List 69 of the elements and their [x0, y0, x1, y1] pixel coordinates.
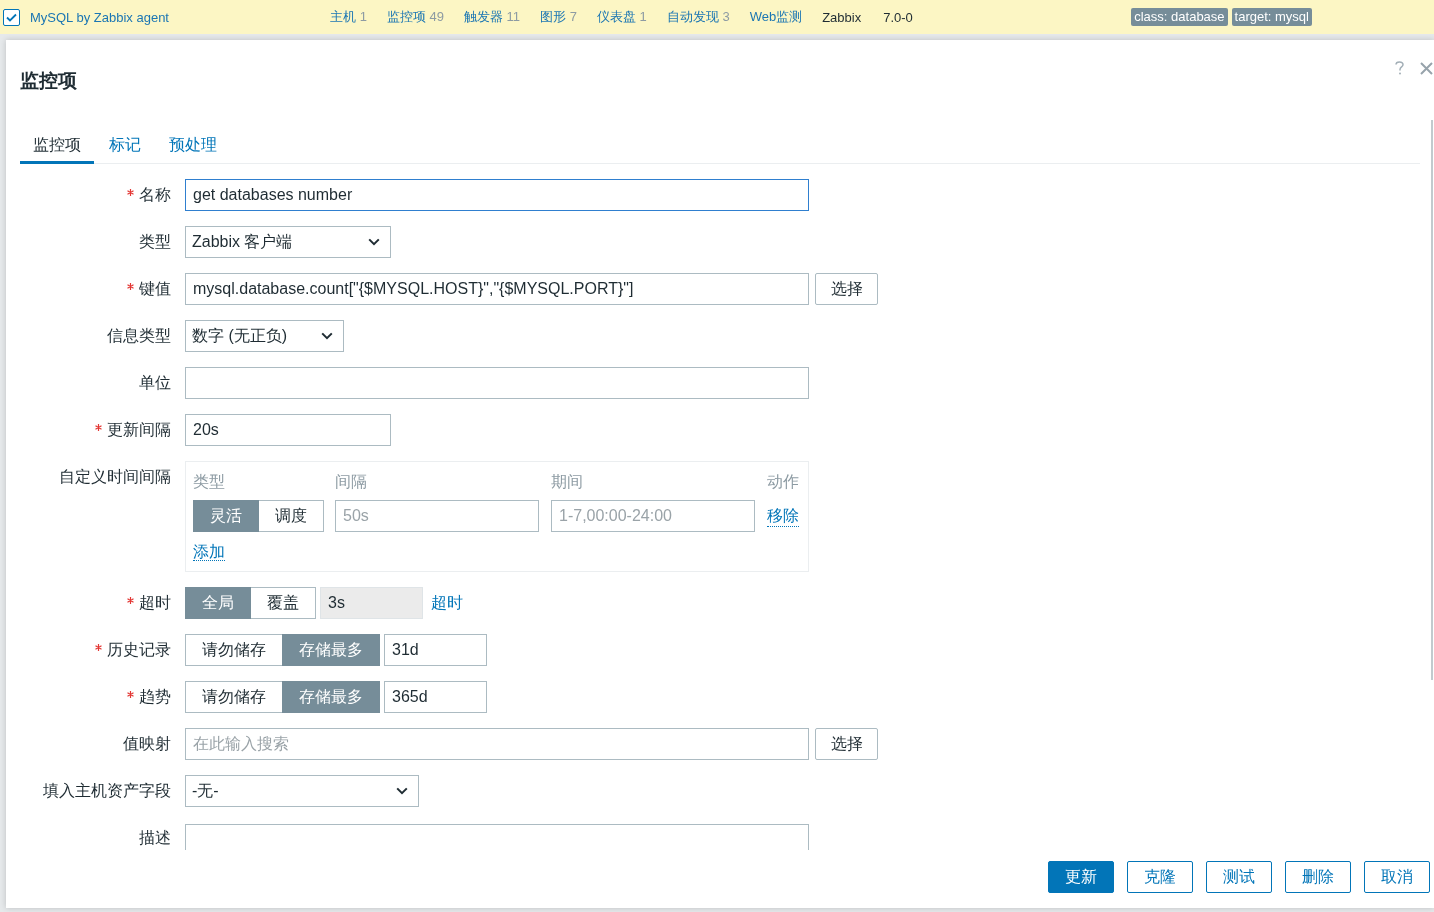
dropdown[interactable]: -无-	[185, 775, 419, 807]
info-text: 7.0-0	[883, 9, 913, 25]
nav-link[interactable]: 监控项 49	[386, 8, 444, 26]
dialog-button[interactable]: 删除	[1285, 861, 1351, 893]
text-field[interactable]: mysql.database.count["{$MYSQL.HOST}","{$MYSQL.PORT}"]	[185, 273, 809, 305]
check-icon	[6, 12, 17, 22]
segment-button[interactable]: 请勿储存	[185, 634, 283, 666]
add-link[interactable]: 添加	[193, 543, 225, 561]
tab[interactable]: 监控项	[20, 128, 94, 164]
select-button[interactable]: 选择	[815, 273, 878, 305]
field-label: 单位	[139, 372, 171, 393]
field-label: 填入主机资产字段	[43, 780, 171, 801]
field-label: 名称	[139, 184, 171, 205]
text-field[interactable]	[185, 367, 809, 399]
field-label: 描述	[139, 827, 171, 848]
segment-button[interactable]: 请勿储存	[185, 681, 283, 713]
tab[interactable]: 标记	[96, 128, 154, 164]
nav-link[interactable]: 触发器 11	[463, 8, 521, 26]
dialog-button[interactable]: 更新	[1048, 861, 1114, 893]
scrollbar-thumb[interactable]	[1431, 120, 1433, 680]
dropdown[interactable]: 数字 (无正负)	[185, 320, 344, 352]
field-label: 更新间隔	[107, 419, 171, 440]
field-label: 超时	[139, 592, 171, 613]
nav-link[interactable]: Web监测	[749, 8, 803, 26]
text-field[interactable]: 50s	[335, 500, 539, 532]
segment-button[interactable]: 灵活	[193, 500, 259, 532]
segment-button[interactable]: 存储最多	[282, 681, 380, 713]
nav-link[interactable]: 仪表盘 1	[596, 8, 647, 26]
segment-button[interactable]: 存储最多	[282, 634, 380, 666]
text-field[interactable]: 在此输入搜索	[185, 728, 809, 760]
template-link[interactable]: MySQL by Zabbix agent	[30, 9, 169, 25]
text-field[interactable]: 20s	[185, 414, 391, 446]
dialog-button[interactable]: 测试	[1206, 861, 1272, 893]
info-text: Zabbix	[822, 9, 862, 25]
chevron-down-icon	[321, 332, 333, 340]
close-icon[interactable]	[1420, 61, 1433, 75]
column-header: 间隔	[335, 472, 367, 492]
field-label: 类型	[139, 231, 171, 252]
help-icon[interactable]	[1395, 61, 1404, 75]
column-header: 期间	[551, 472, 583, 492]
text-field[interactable]: 365d	[384, 681, 487, 713]
field-label: 键值	[139, 278, 171, 299]
field-label: 值映射	[123, 733, 171, 754]
field-label: 历史记录	[107, 639, 171, 660]
field-label: 自定义时间间隔	[59, 466, 171, 487]
field-label: 信息类型	[107, 325, 171, 346]
checkbox[interactable]	[3, 8, 20, 26]
text-field[interactable]: get databases number	[185, 179, 809, 211]
select-button[interactable]: 选择	[815, 728, 878, 760]
dropdown[interactable]: Zabbix 客户端	[185, 226, 391, 258]
nav-link[interactable]: 自动发现 3	[666, 8, 730, 26]
field-label: 趋势	[139, 686, 171, 707]
text-field[interactable]: 31d	[384, 634, 487, 666]
dialog-button[interactable]: 取消	[1364, 861, 1430, 893]
chevron-down-icon	[368, 238, 380, 246]
description-field[interactable]	[185, 823, 809, 850]
nav-link[interactable]: 主机 1	[330, 8, 367, 26]
tag: target: mysql	[1231, 8, 1312, 26]
column-header: 类型	[193, 472, 225, 492]
chevron-down-icon	[396, 787, 408, 795]
tag: class: database	[1131, 8, 1228, 26]
dialog-title: 监控项	[20, 69, 77, 93]
segment-button[interactable]: 调度	[258, 500, 324, 532]
dialog-button[interactable]: 克隆	[1127, 861, 1193, 893]
nav-link[interactable]: 图形 7	[540, 8, 577, 26]
remove-link[interactable]: 移除	[767, 505, 799, 527]
column-header: 动作	[767, 472, 799, 492]
tab[interactable]: 预处理	[156, 128, 230, 164]
text-field[interactable]: 1-7,00:00-24:00	[551, 500, 755, 532]
